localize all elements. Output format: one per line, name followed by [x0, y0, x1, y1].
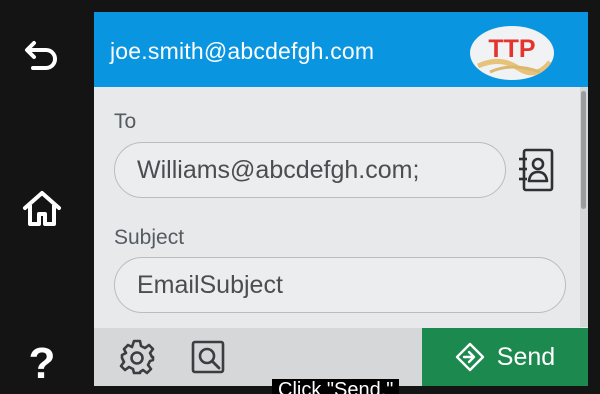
back-button[interactable]	[14, 26, 70, 82]
address-book-icon	[519, 148, 554, 192]
to-label: To	[114, 110, 137, 133]
preview-button[interactable]	[187, 336, 229, 378]
subject-label: Subject	[114, 226, 185, 249]
home-button[interactable]	[14, 180, 70, 236]
svg-text:TTP: TTP	[488, 35, 535, 63]
left-rail: ?	[0, 0, 94, 394]
email-panel: joe.smith@abcdefgh.com TTP To Williams@a…	[94, 12, 588, 386]
video-caption: Click "Send."	[272, 379, 400, 394]
header-bar: joe.smith@abcdefgh.com TTP	[94, 12, 588, 87]
back-arrow-icon	[25, 41, 57, 70]
ttp-logo: TTP	[470, 26, 554, 80]
send-icon	[455, 342, 484, 372]
send-label: Send	[496, 342, 556, 371]
to-field[interactable]: Williams@abcdefgh.com;	[114, 142, 506, 198]
bottom-bar: Send	[94, 328, 588, 386]
from-email: joe.smith@abcdefgh.com	[110, 38, 375, 64]
scroll-thumb[interactable]	[581, 91, 586, 209]
home-icon	[23, 191, 61, 226]
help-icon: ?	[29, 339, 56, 386]
svg-text:?: ?	[29, 339, 56, 386]
address-book-button[interactable]	[515, 146, 557, 194]
settings-button[interactable]	[116, 336, 158, 378]
gear-icon	[119, 339, 155, 375]
subject-field[interactable]: EmailSubject	[114, 257, 566, 313]
caption-text: Click "Send."	[278, 379, 394, 394]
help-button[interactable]: ?	[14, 334, 70, 390]
send-button[interactable]: Send	[422, 328, 588, 386]
preview-icon	[191, 340, 225, 374]
scrollbar[interactable]	[580, 87, 588, 327]
